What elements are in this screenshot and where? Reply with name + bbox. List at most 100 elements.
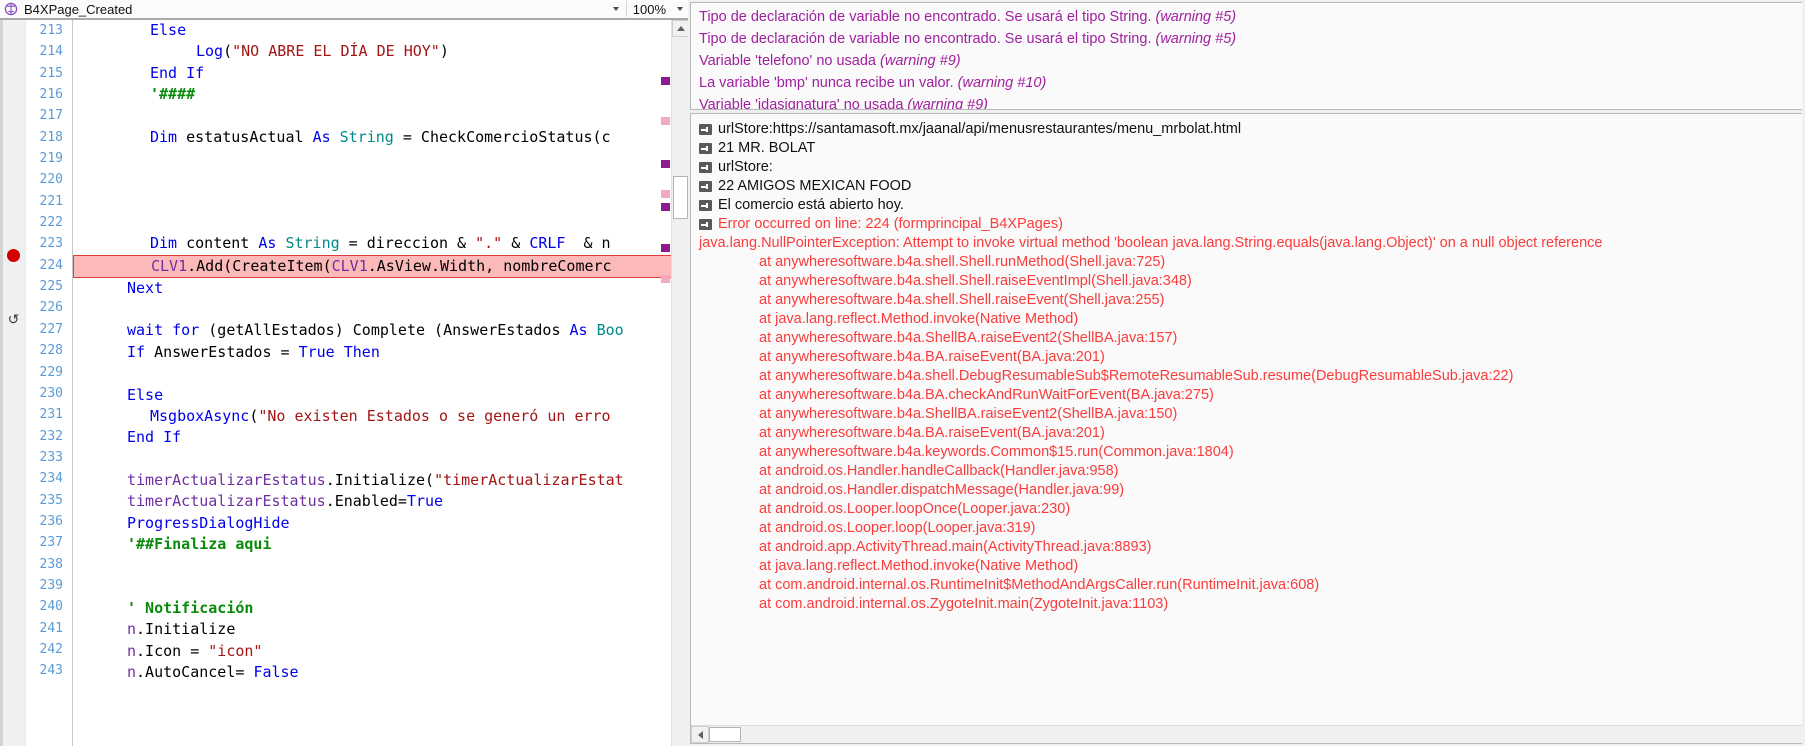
log-entry[interactable]: 22 AMIGOS MEXICAN FOOD [699, 177, 1802, 196]
log-entry[interactable]: at anywheresoftware.b4a.ShellBA.raiseEve… [699, 405, 1802, 424]
log-entry[interactable]: at com.android.internal.os.RuntimeInit$M… [699, 576, 1802, 595]
log-scroll-thumb[interactable] [709, 727, 741, 742]
log-entry[interactable]: at anywheresoftware.b4a.ShellBA.raiseEve… [699, 329, 1802, 348]
execution-resume-marker[interactable]: ↺ [7, 312, 20, 326]
code-line[interactable]: '##Finaliza aqui [81, 534, 688, 555]
code-token: Complete [352, 321, 426, 340]
warning-row[interactable]: Variable 'telefono' no usada (warning #9… [699, 50, 1796, 72]
log-entry-text: at anywheresoftware.b4a.shell.Shell.runM… [759, 254, 1166, 270]
breakpoint-gutter[interactable]: ↺ [0, 20, 26, 746]
scroll-left-icon[interactable] [691, 726, 709, 743]
log-entry[interactable]: El comercio está abierto hoy. [699, 196, 1802, 215]
log-entry[interactable]: at anywheresoftware.b4a.keywords.Common$… [699, 443, 1802, 462]
code-line[interactable]: End If [81, 63, 688, 84]
log-entry[interactable]: at anywheresoftware.b4a.BA.raiseEvent(BA… [699, 348, 1802, 367]
code-line[interactable]: If AnswerEstados = True Then [81, 342, 688, 363]
warning-message: Tipo de declaración de variable no encon… [699, 9, 1156, 25]
code-line[interactable]: n.Initialize [81, 619, 688, 640]
code-line[interactable]: n.Icon = "icon" [81, 641, 688, 662]
code-line[interactable]: timerActualizarEstatus.Enabled=True [81, 491, 688, 512]
code-line[interactable] [81, 169, 688, 190]
code-line-error[interactable]: CLV1.Add(CreateItem(CLV1.AsView.Width, n… [73, 254, 688, 278]
warning-row[interactable]: La variable 'bmp' nunca recibe un valor.… [699, 72, 1796, 94]
line-number: 221 [39, 193, 63, 209]
current-sub-combo-label[interactable]: B4XPage_Created [24, 2, 608, 17]
code-line[interactable]: Else [81, 20, 688, 41]
log-entry[interactable]: urlStore: [699, 158, 1802, 177]
logs-panel[interactable]: urlStore:https://santamasoft.mx/jaanal/a… [690, 113, 1803, 744]
log-entry[interactable]: java.lang.NullPointerException: Attempt … [699, 234, 1802, 253]
code-line[interactable] [81, 577, 688, 598]
log-horizontal-scrollbar[interactable] [691, 725, 1802, 743]
code-token: AnswerEstados = [145, 342, 299, 361]
warning-row[interactable]: Variable 'idasignatura' no usada (warnin… [699, 94, 1796, 109]
chevron-down-icon[interactable] [672, 0, 688, 18]
log-entry[interactable]: at java.lang.reflect.Method.invoke(Nativ… [699, 557, 1802, 576]
log-entry[interactable]: at android.app.ActivityThread.main(Activ… [699, 538, 1802, 557]
log-entry-text: urlStore: [718, 159, 773, 175]
code-line[interactable] [81, 449, 688, 470]
code-line[interactable] [81, 299, 688, 320]
code-text-surface[interactable]: Else Log("NO ABRE EL DÍA DE HOY") End If '#… [73, 20, 688, 746]
log-entry[interactable]: at anywheresoftware.b4a.BA.raiseEvent(BA… [699, 424, 1802, 443]
log-entry[interactable]: at anywheresoftware.b4a.shell.Shell.runM… [699, 253, 1802, 272]
zoom-level-combo[interactable]: 100% [629, 0, 688, 18]
marker-tick[interactable] [661, 203, 670, 211]
log-entry[interactable]: at android.os.Handler.dispatchMessage(Ha… [699, 481, 1802, 500]
marker-tick[interactable] [661, 190, 670, 198]
code-line[interactable] [81, 191, 688, 212]
chevron-down-icon[interactable] [608, 0, 624, 18]
log-entry[interactable]: at android.os.Looper.loopOnce(Looper.jav… [699, 500, 1802, 519]
code-line[interactable]: timerActualizarEstatus.Initialize("timer… [81, 470, 688, 491]
code-line[interactable] [81, 212, 688, 233]
code-line[interactable]: Next [81, 278, 688, 299]
marker-tick[interactable] [661, 275, 670, 283]
code-line[interactable]: End If [81, 427, 688, 448]
editor-vertical-scrollbar[interactable] [671, 20, 688, 746]
code-line[interactable]: '#### [81, 84, 688, 105]
log-entry[interactable]: at anywheresoftware.b4a.shell.Shell.rais… [699, 272, 1802, 291]
code-area[interactable]: ↺ 213 214 215 216 217 218 219 220 221 222 223 224 22… [0, 20, 688, 746]
warning-marker-strip[interactable] [661, 20, 671, 746]
code-line[interactable]: wait for (getAllEstados) Complete (Answe… [81, 320, 688, 341]
code-line[interactable]: ' Notificación [81, 598, 688, 619]
marker-tick[interactable] [661, 77, 670, 85]
log-entry[interactable]: at android.os.Handler.handleCallback(Han… [699, 462, 1802, 481]
code-line[interactable] [81, 363, 688, 384]
code-line[interactable]: Dim estatusActual As String = CheckComer… [81, 127, 688, 148]
code-token: wait for [127, 321, 200, 340]
breakpoint-marker[interactable] [7, 248, 20, 262]
warning-row[interactable]: Tipo de declaración de variable no encon… [699, 6, 1796, 28]
log-entry[interactable]: at anywheresoftware.b4a.shell.Shell.rais… [699, 291, 1802, 310]
code-line[interactable] [81, 555, 688, 576]
marker-tick[interactable] [661, 244, 670, 252]
warnings-panel[interactable]: Tipo de declaración de variable no encon… [690, 2, 1803, 110]
code-token: ) [439, 42, 449, 61]
line-number: 228 [39, 343, 63, 359]
code-line[interactable]: Log("NO ABRE EL DÍA DE HOY") [81, 41, 688, 62]
code-line[interactable]: ProgressDialogHide [81, 513, 688, 534]
warning-row[interactable]: Tipo de declaración de variable no encon… [699, 28, 1796, 50]
log-entry[interactable]: at anywheresoftware.b4a.shell.DebugResum… [699, 367, 1802, 386]
log-entry[interactable]: at android.os.Looper.loop(Looper.java:31… [699, 519, 1802, 538]
code-token: '##Finaliza aqui [127, 534, 272, 553]
code-line[interactable]: Dim content As String = direccion & "." … [81, 233, 688, 254]
log-entry[interactable]: at anywheresoftware.b4a.BA.checkAndRunWa… [699, 386, 1802, 405]
code-line[interactable]: MsgboxAsync("No existen Estados o se gen… [81, 406, 688, 427]
code-line[interactable] [81, 105, 688, 126]
log-entry[interactable]: 21 MR. BOLAT [699, 139, 1802, 158]
editor-scroll-thumb[interactable] [673, 175, 688, 220]
log-entry[interactable]: Error occurred on line: 224 (formprincip… [699, 215, 1802, 234]
code-line[interactable]: n.AutoCancel= False [81, 662, 688, 683]
scroll-up-icon[interactable] [672, 20, 688, 37]
log-entry[interactable]: urlStore:https://santamasoft.mx/jaanal/a… [699, 120, 1802, 139]
log-entry-list[interactable]: urlStore:https://santamasoft.mx/jaanal/a… [691, 114, 1802, 725]
log-entry[interactable]: at com.android.internal.os.ZygoteInit.ma… [699, 595, 1802, 614]
marker-tick[interactable] [661, 117, 670, 125]
marker-tick[interactable] [661, 160, 670, 168]
code-line[interactable]: Else [81, 385, 688, 406]
code-line[interactable] [81, 148, 688, 169]
line-number: 234 [39, 471, 63, 487]
log-entry[interactable]: at java.lang.reflect.Method.invoke(Nativ… [699, 310, 1802, 329]
